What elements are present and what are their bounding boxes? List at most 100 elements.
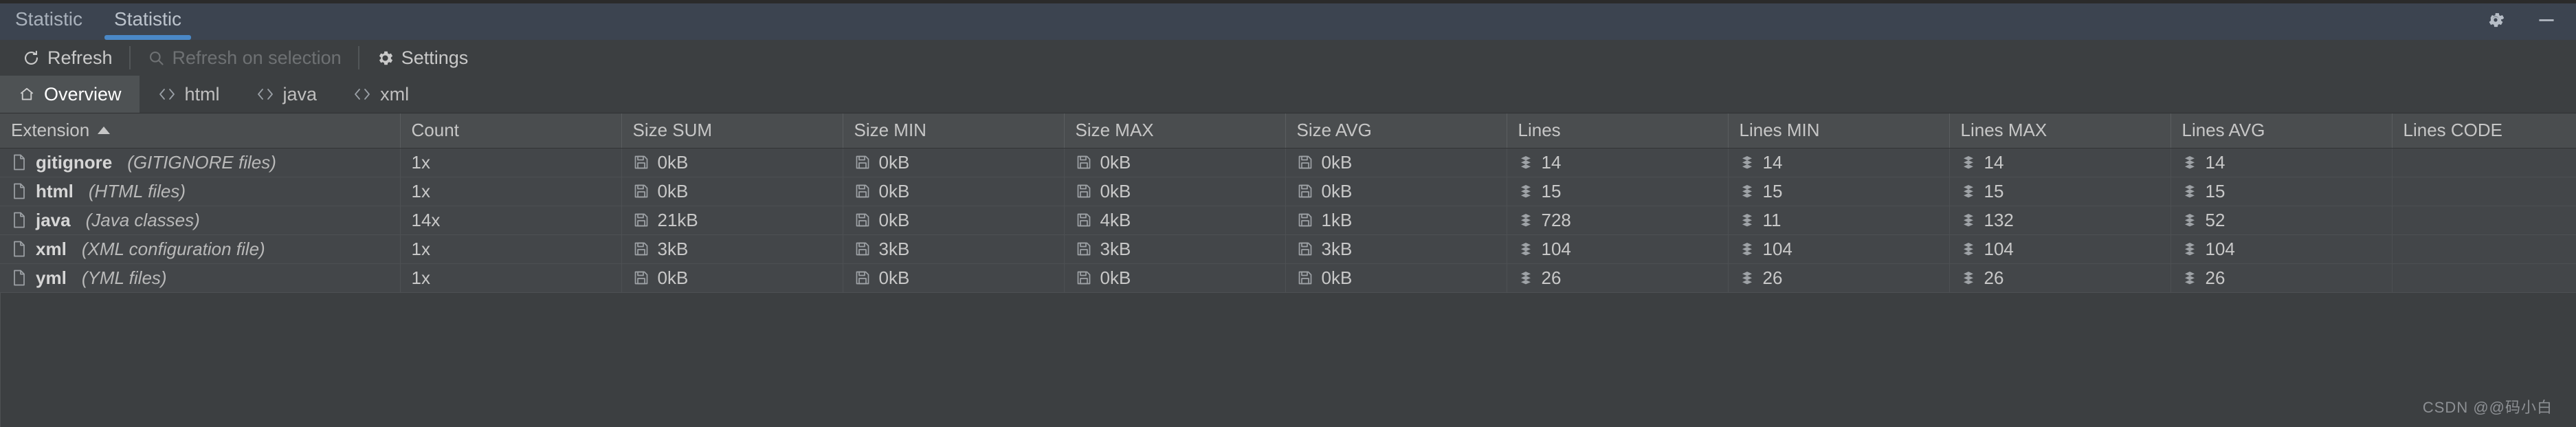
storage-icon	[633, 212, 649, 228]
column-header-lines-max[interactable]: Lines MAX	[1949, 113, 2170, 148]
tab-xml[interactable]: xml	[335, 76, 427, 113]
cell-value: 1x	[412, 239, 430, 260]
cell-lines-min[interactable]: 26	[1728, 263, 1949, 292]
minimize-icon[interactable]	[2536, 10, 2557, 30]
cell-lines[interactable]: 728	[1507, 206, 1728, 234]
table-row[interactable]: xml(XML configuration file)1x3kB3kB3kB3k…	[0, 234, 2576, 263]
cell-size-max[interactable]: 0kB	[1064, 263, 1285, 292]
gear-icon[interactable]	[2485, 10, 2506, 30]
statistics-table-container: ExtensionCountSize SUM Size MIN Size MAXSi…	[0, 113, 2576, 427]
table-row[interactable]: gitignore(GITIGNORE files)1x0kB0kB0kB0kB…	[0, 148, 2576, 177]
column-header-lines-min[interactable]: Lines MIN	[1728, 113, 1949, 148]
cell-lines-max[interactable]: 104	[1949, 234, 2170, 263]
tab-java[interactable]: java	[238, 76, 335, 113]
table-row[interactable]: java(Java classes)14x21kB0kB4kB1kB728111…	[0, 206, 2576, 234]
cell-size-sum[interactable]: 0kB	[621, 177, 843, 206]
cell-lines[interactable]: 14	[1507, 148, 1728, 177]
cell-count[interactable]: 1x	[400, 177, 621, 206]
cell-lines-max[interactable]: 132	[1949, 206, 2170, 234]
cell-lines-code[interactable]: 25	[2392, 263, 2576, 292]
column-header-lines[interactable]: Lines	[1507, 113, 1728, 148]
cell-count[interactable]: 1x	[400, 234, 621, 263]
cell-size-sum[interactable]: 21kB	[621, 206, 843, 234]
cell-count[interactable]: 1x	[400, 148, 621, 177]
refresh-button[interactable]: Refresh	[12, 45, 122, 72]
column-header-lines-code[interactable]: Lines CODE	[2392, 113, 2576, 148]
cell-lines[interactable]: 15	[1507, 177, 1728, 206]
column-header-extension[interactable]: Extension	[0, 113, 400, 148]
refresh-on-selection-label: Refresh on selection	[173, 47, 342, 69]
cell-size-min[interactable]: 0kB	[843, 148, 1064, 177]
cell-lines-avg[interactable]: 15	[2170, 177, 2392, 206]
cell-value: 104	[2206, 239, 2235, 260]
cell-lines-avg[interactable]: 26	[2170, 263, 2392, 292]
cell-value: 0kB	[658, 267, 689, 289]
cell-value: 104	[1542, 239, 1571, 260]
cell-lines-max[interactable]: 15	[1949, 177, 2170, 206]
cell-size-max[interactable]: 4kB	[1064, 206, 1285, 234]
cell-lines-avg[interactable]: 52	[2170, 206, 2392, 234]
refresh-on-selection-button[interactable]: Refresh on selection	[137, 45, 351, 72]
tab-overview[interactable]: Overview	[0, 76, 140, 113]
cell-value: 0kB	[879, 181, 910, 202]
column-header-size-sum[interactable]: Size SUM	[621, 113, 843, 148]
cell-value: 0kB	[879, 152, 910, 173]
table-row[interactable]: html(HTML files)1x0kB0kB0kB0kB1515151515	[0, 177, 2576, 206]
tab-html[interactable]: html	[140, 76, 238, 113]
cell-value: 15	[2206, 181, 2225, 202]
cell-lines[interactable]: 104	[1507, 234, 1728, 263]
cell-extension[interactable]: xml(XML configuration file)	[0, 234, 400, 263]
cell-lines-min[interactable]: 15	[1728, 177, 1949, 206]
column-header-count[interactable]: Count	[400, 113, 621, 148]
cell-lines-avg[interactable]: 14	[2170, 148, 2392, 177]
lines-icon	[1518, 270, 1533, 286]
extension-name: xml	[36, 239, 67, 260]
column-header-lines-avg[interactable]: Lines AVG	[2170, 113, 2392, 148]
cell-lines-min[interactable]: 11	[1728, 206, 1949, 234]
cell-lines[interactable]: 26	[1507, 263, 1728, 292]
cell-size-avg[interactable]: 0kB	[1285, 148, 1507, 177]
cell-lines-max[interactable]: 14	[1949, 148, 2170, 177]
cell-extension[interactable]: yml(YML files)	[0, 263, 400, 292]
cell-count[interactable]: 14x	[400, 206, 621, 234]
cell-size-min[interactable]: 0kB	[843, 206, 1064, 234]
storage-icon	[1076, 154, 1092, 171]
settings-button[interactable]: Settings	[366, 45, 478, 72]
cell-value: 26	[1542, 267, 1562, 289]
cell-count[interactable]: 1x	[400, 263, 621, 292]
cell-size-min[interactable]: 0kB	[843, 263, 1064, 292]
cell-size-max[interactable]: 3kB	[1064, 234, 1285, 263]
cell-size-avg[interactable]: 3kB	[1285, 234, 1507, 263]
cell-extension[interactable]: html(HTML files)	[0, 177, 400, 206]
cell-lines-min[interactable]: 14	[1728, 148, 1949, 177]
column-header-size-min[interactable]: Size MIN	[843, 113, 1064, 148]
cell-size-avg[interactable]: 0kB	[1285, 177, 1507, 206]
cell-lines-code[interactable]: 15	[2392, 177, 2576, 206]
cell-size-max[interactable]: 0kB	[1064, 148, 1285, 177]
column-header-size-max[interactable]: Size MAX	[1064, 113, 1285, 148]
cell-lines-code[interactable]: 96	[2392, 234, 2576, 263]
cell-value: 15	[1984, 181, 2004, 202]
cell-lines-code[interactable]: 8	[2392, 148, 2576, 177]
tab-statistic[interactable]: Statistic	[102, 8, 194, 40]
cell-size-min[interactable]: 0kB	[843, 177, 1064, 206]
cell-lines-max[interactable]: 26	[1949, 263, 2170, 292]
cell-extension[interactable]: java(Java classes)	[0, 206, 400, 234]
cell-extension[interactable]: gitignore(GITIGNORE files)	[0, 148, 400, 177]
cell-value: 1x	[412, 267, 430, 289]
cell-size-max[interactable]: 0kB	[1064, 177, 1285, 206]
cell-size-min[interactable]: 3kB	[843, 234, 1064, 263]
column-header-size-avg[interactable]: Size AVG	[1285, 113, 1507, 148]
cell-size-avg[interactable]: 1kB	[1285, 206, 1507, 234]
cell-size-sum[interactable]: 0kB	[621, 263, 843, 292]
column-header-label: Size MIN	[854, 120, 926, 141]
cell-size-sum[interactable]: 0kB	[621, 148, 843, 177]
table-row[interactable]: yml(YML files)1x0kB0kB0kB0kB2626262625	[0, 263, 2576, 292]
cell-size-avg[interactable]: 0kB	[1285, 263, 1507, 292]
lines-icon	[1518, 212, 1533, 228]
cell-lines-avg[interactable]: 104	[2170, 234, 2392, 263]
cell-size-sum[interactable]: 3kB	[621, 234, 843, 263]
cell-lines-min[interactable]: 104	[1728, 234, 1949, 263]
storage-icon	[633, 241, 649, 257]
cell-lines-code[interactable]: 499	[2392, 206, 2576, 234]
